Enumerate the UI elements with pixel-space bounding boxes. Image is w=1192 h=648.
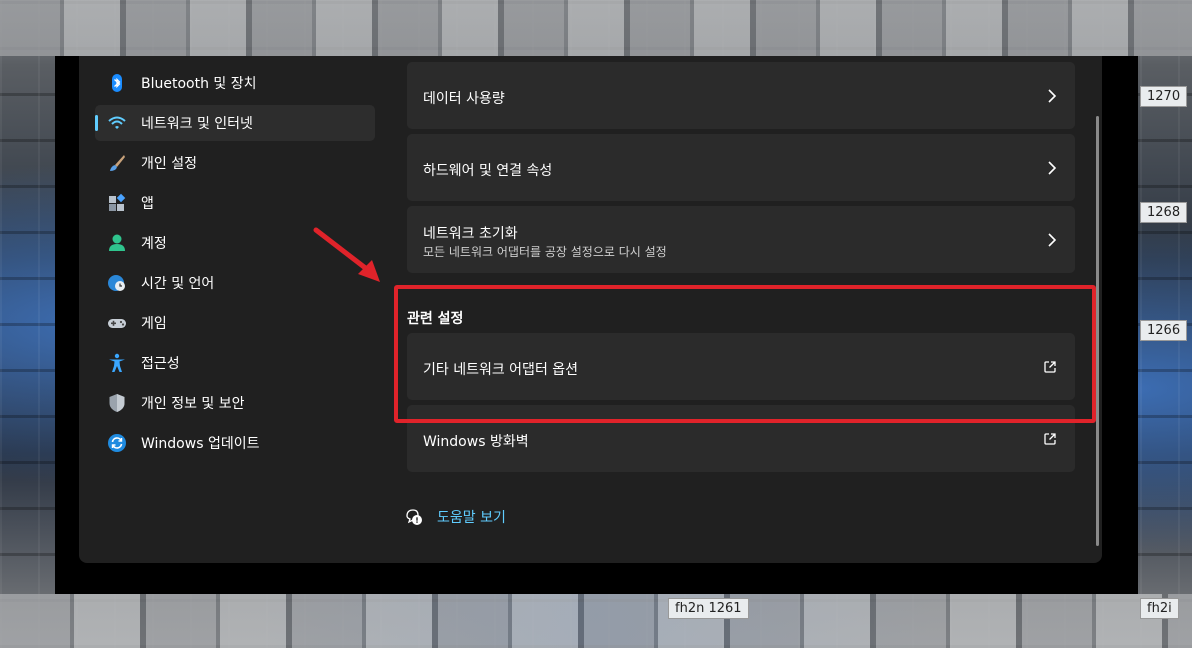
wifi-icon — [107, 113, 127, 133]
get-help-label: 도움말 보기 — [437, 510, 506, 526]
sidebar-item-label: 개인 정보 및 보안 — [141, 396, 245, 412]
shield-icon — [107, 393, 127, 413]
rack-label: 1270 — [1140, 86, 1188, 107]
sidebar-item-label: Windows 업데이트 — [141, 436, 260, 452]
chevron-right-icon — [1048, 89, 1057, 103]
card-data-usage[interactable]: 데이터 사용량 — [407, 62, 1075, 129]
red-highlight-box — [394, 285, 1096, 423]
rack-label: 1268 — [1140, 202, 1188, 223]
rack-label: fh2i — [1140, 598, 1179, 619]
accessibility-icon — [107, 353, 127, 373]
sidebar-item-network[interactable]: 네트워크 및 인터넷 — [95, 105, 375, 141]
gamepad-icon — [107, 313, 127, 333]
sidebar-item-label: Bluetooth 및 장치 — [141, 76, 257, 92]
card-title: 네트워크 초기화 — [423, 226, 518, 242]
card-network-reset[interactable]: 네트워크 초기화 모든 네트워크 어댑터를 공장 설정으로 다시 설정 — [407, 206, 1075, 273]
content-scrollbar[interactable] — [1096, 116, 1099, 546]
update-icon — [107, 433, 127, 453]
sidebar-item-label: 네트워크 및 인터넷 — [141, 116, 253, 132]
rack-strip-bottom — [0, 594, 1192, 648]
sidebar-item-apps[interactable]: 앱 — [95, 185, 375, 221]
sidebar-item-gaming[interactable]: 게임 — [95, 305, 375, 341]
get-help-link[interactable]: 도움말 보기 — [405, 507, 506, 527]
card-title: 데이터 사용량 — [423, 91, 505, 107]
rack-label: fh2n 1261 — [668, 598, 749, 619]
red-arrow-annotation — [313, 227, 380, 282]
rack-label: 1266 — [1140, 320, 1188, 341]
help-chat-icon — [406, 509, 422, 525]
sidebar-item-label: 시간 및 언어 — [141, 276, 215, 292]
sidebar-item-label: 게임 — [141, 316, 167, 332]
sidebar-item-windows-update[interactable]: Windows 업데이트 — [95, 425, 375, 461]
external-link-icon — [1044, 433, 1056, 445]
sidebar-item-privacy[interactable]: 개인 정보 및 보안 — [95, 385, 375, 421]
sidebar-item-label: 앱 — [141, 196, 154, 212]
bluetooth-icon — [107, 73, 127, 93]
sidebar-item-label: 개인 설정 — [141, 156, 197, 172]
card-hardware-properties[interactable]: 하드웨어 및 연결 속성 — [407, 134, 1075, 201]
sidebar-item-label: 접근성 — [141, 356, 180, 372]
apps-icon — [107, 193, 127, 213]
chevron-right-icon — [1048, 161, 1057, 175]
card-subtitle: 모든 네트워크 어댑터를 공장 설정으로 다시 설정 — [423, 245, 667, 259]
card-title: 하드웨어 및 연결 속성 — [423, 163, 553, 179]
card-title: Windows 방화벽 — [423, 434, 529, 450]
sidebar-item-accessibility[interactable]: 접근성 — [95, 345, 375, 381]
paintbrush-icon — [107, 153, 127, 173]
sidebar-item-personalization[interactable]: 개인 설정 — [95, 145, 375, 181]
rack-strip-top — [0, 0, 1192, 56]
globe-clock-icon — [107, 273, 127, 293]
sidebar-item-bluetooth[interactable]: Bluetooth 및 장치 — [95, 65, 375, 101]
chevron-right-icon — [1048, 233, 1057, 247]
sidebar-item-label: 계정 — [141, 236, 167, 252]
account-icon — [107, 233, 127, 253]
